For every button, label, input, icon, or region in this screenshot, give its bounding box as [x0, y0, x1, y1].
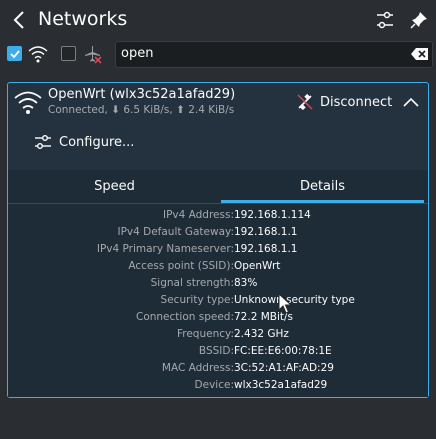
detail-label: Device:	[194, 379, 234, 391]
page-title: Networks	[38, 8, 128, 30]
disconnect-button[interactable]: Disconnect	[320, 95, 392, 110]
search-input-value: open	[121, 46, 154, 61]
pin-icon	[410, 12, 427, 29]
detail-value: OpenWrt	[234, 260, 281, 272]
detail-row: Access point (SSID): OpenWrt	[8, 260, 428, 276]
clear-icon	[411, 48, 428, 60]
tab-divider	[8, 203, 428, 204]
disconnect-icon[interactable]	[296, 93, 314, 111]
pin-button[interactable]	[407, 9, 431, 31]
detail-row: Device: wlx3c52a1afad29	[8, 379, 428, 395]
clear-search-button[interactable]	[411, 46, 429, 62]
wifi-signal-icon	[13, 88, 43, 116]
configure-icon	[34, 134, 52, 150]
detail-label: Access point (SSID):	[128, 260, 234, 272]
back-button[interactable]	[6, 6, 32, 34]
collapse-button[interactable]	[401, 93, 421, 111]
detail-label: Frequency:	[176, 328, 234, 340]
detail-label: Security type:	[160, 294, 234, 306]
network-name: OpenWrt (wlx3c52a1afad29)	[48, 87, 236, 102]
airplane-mode-checkbox[interactable]	[61, 46, 76, 61]
wifi-icon	[27, 44, 49, 64]
detail-label: IPv4 Address:	[162, 209, 234, 221]
detail-label: MAC Address:	[161, 362, 234, 374]
detail-label: BSSID:	[198, 345, 234, 357]
airplane-mode-icon	[83, 44, 103, 64]
detail-value: wlx3c52a1afad29	[234, 379, 328, 391]
detail-row: IPv4 Default Gateway: 192.168.1.1	[8, 226, 428, 242]
detail-value: 2.432 GHz	[234, 328, 289, 340]
detail-row: Security type: Unknown security type	[8, 294, 428, 310]
detail-label: IPv4 Default Gateway:	[117, 226, 234, 238]
detail-row: IPv4 Address: 192.168.1.114	[8, 209, 428, 225]
sliders-icon	[377, 11, 393, 29]
detail-row: MAC Address: 3C:52:A1:AF:AD:29	[8, 362, 428, 378]
detail-value: 3C:52:A1:AF:AD:29	[234, 362, 334, 374]
configure-button[interactable]: Configure...	[59, 135, 134, 150]
detail-value: 192.168.1.1	[234, 226, 298, 238]
detail-row: Frequency: 2.432 GHz	[8, 328, 428, 344]
detail-row: BSSID: FC:EE:E6:00:78:1E	[8, 345, 428, 361]
detail-value: 192.168.1.1	[234, 243, 298, 255]
detail-value: Unknown security type	[234, 294, 355, 306]
chevron-left-icon	[13, 11, 24, 29]
detail-label: Signal strength:	[150, 277, 234, 289]
detail-row: Connection speed: 72.2 MBit/s	[8, 311, 428, 327]
detail-value: FC:EE:E6:00:78:1E	[234, 345, 332, 357]
detail-value: 192.168.1.114	[234, 209, 311, 221]
mouse-cursor-icon	[278, 292, 293, 315]
tab-details[interactable]: Details	[221, 170, 424, 202]
chevron-up-icon	[403, 97, 419, 107]
network-status: Connected, ⬇ 6.5 KiB/s, ⬆ 2.4 KiB/s	[48, 104, 235, 116]
tab-speed[interactable]: Speed	[8, 170, 221, 202]
search-input[interactable]	[115, 41, 433, 68]
detail-label: Connection speed:	[135, 311, 234, 323]
configure-networks-button[interactable]	[373, 9, 397, 31]
detail-row: Signal strength: 83%	[8, 277, 428, 293]
detail-row: IPv4 Primary Nameserver: 192.168.1.1	[8, 243, 428, 259]
wifi-enabled-checkbox[interactable]	[7, 46, 22, 61]
detail-value: 83%	[234, 277, 258, 289]
detail-label: IPv4 Primary Nameserver:	[96, 243, 234, 255]
checkmark-icon	[9, 49, 20, 58]
